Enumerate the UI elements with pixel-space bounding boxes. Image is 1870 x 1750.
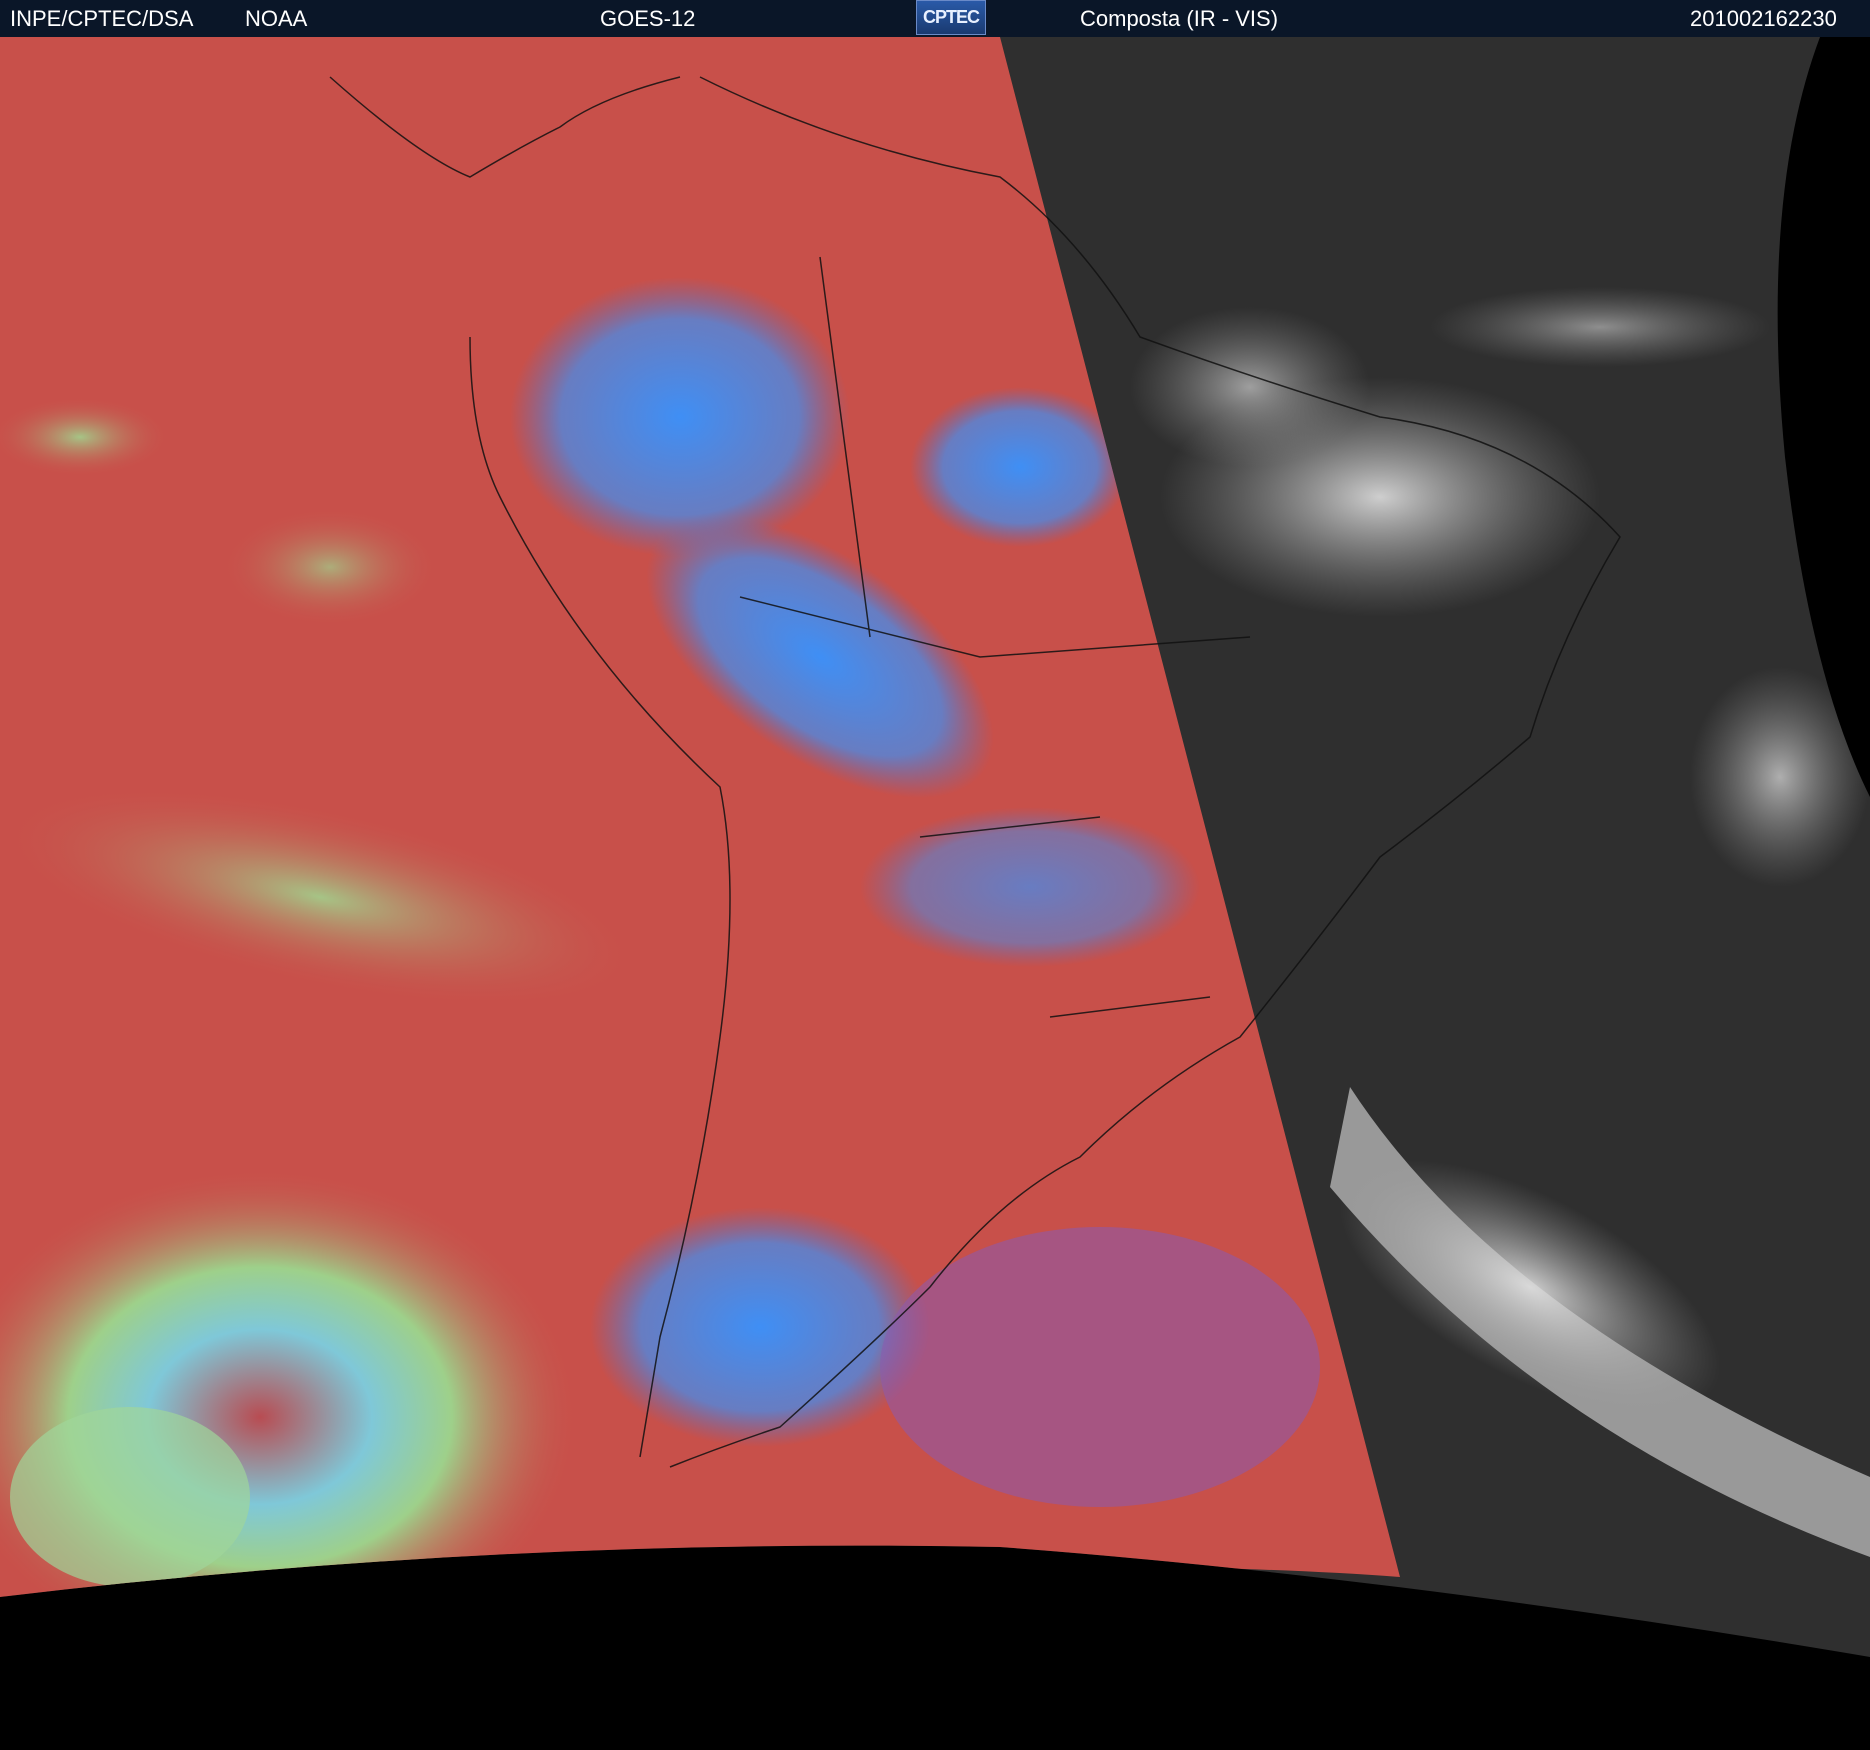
partner-label: NOAA <box>245 6 308 31</box>
agency-label: INPE/CPTEC/DSA <box>10 6 194 31</box>
satellite-label: GOES-12 <box>600 6 696 31</box>
product-label: Composta (IR - VIS) <box>1080 6 1279 31</box>
earth-disk <box>0 37 1870 1657</box>
satellite-image <box>0 37 1870 1750</box>
cptec-logo: CPTEC <box>916 0 986 35</box>
timestamp-label: 201002162230 <box>1690 6 1837 31</box>
header-bar: INPE/CPTEC/DSA NOAA GOES-12 CPTEC Compos… <box>0 0 1870 37</box>
